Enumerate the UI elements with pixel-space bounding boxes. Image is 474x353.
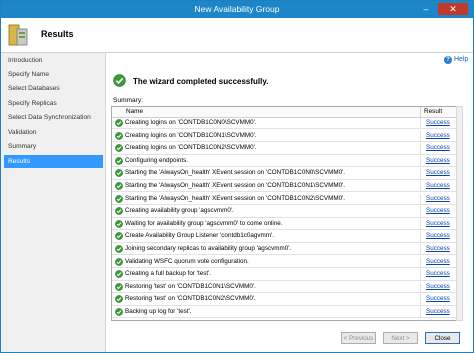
page-title: Results xyxy=(41,29,74,39)
table-row[interactable]: Starting the 'AlwaysOn_health' XEvent se… xyxy=(112,193,457,205)
row-name: Starting the 'AlwaysOn_health' XEvent se… xyxy=(125,169,346,177)
help-label: Help xyxy=(454,56,469,63)
table-row[interactable]: Creating availability group 'agscvmm0'. S… xyxy=(112,206,457,218)
row-name: Joining secondary replicas to availabili… xyxy=(125,245,292,252)
row-name: Starting the 'AlwaysOn_health' XEvent se… xyxy=(125,194,346,202)
window-title: New Availability Group xyxy=(194,4,280,14)
row-result-link[interactable]: Success xyxy=(426,258,450,265)
vertical-scrollbar[interactable] xyxy=(456,106,463,321)
row-result-link[interactable]: Success xyxy=(426,270,450,277)
table-row[interactable]: Starting the 'AlwaysOn_health' XEvent se… xyxy=(112,181,457,193)
row-result-link[interactable]: Success xyxy=(426,132,450,139)
title-bar: New Availability Group – ✕ xyxy=(1,1,473,18)
row-name: Validating WSFC quorum vote configuratio… xyxy=(125,257,249,265)
row-name: Create Availability Group Listener 'cont… xyxy=(125,232,274,240)
row-result-link[interactable]: Success xyxy=(426,283,450,290)
success-check-icon xyxy=(115,219,123,228)
column-header-name[interactable]: Name xyxy=(126,108,143,115)
table-row[interactable]: Joining secondary replicas to availabili… xyxy=(112,244,457,256)
table-row[interactable]: Validating WSFC quorum vote configuratio… xyxy=(112,256,457,268)
row-name: Configuring endpoints. xyxy=(125,156,189,164)
summary-label: Summary: xyxy=(113,97,144,104)
row-name: Waiting for availability group 'agscvmm0… xyxy=(125,219,283,227)
minimize-button[interactable]: – xyxy=(420,3,432,15)
row-name: Creating a full backup for 'test'. xyxy=(125,270,212,278)
table-header: Name Result xyxy=(112,107,457,118)
row-result-link[interactable]: Success xyxy=(426,195,450,202)
table-row[interactable]: Restoring 'test' on 'CONTDB1C0N1\SCVMM0'… xyxy=(112,281,457,294)
row-result-link[interactable]: Success xyxy=(426,232,450,239)
nav-item-data-sync[interactable]: Select Data Synchronization xyxy=(4,111,103,124)
next-button[interactable]: Next > xyxy=(383,332,418,344)
table-row[interactable]: Restoring 'test' on 'CONTDB1C0N2\SCVMM0'… xyxy=(112,294,457,306)
table-row[interactable]: Creating logins on 'CONTDB1C0N2\SCVMM0'.… xyxy=(112,143,457,155)
previous-button[interactable]: < Previous xyxy=(341,332,376,344)
success-check-icon xyxy=(115,144,123,153)
nav-item-validation[interactable]: Validation xyxy=(4,126,103,139)
nav-item-introduction[interactable]: Introduction xyxy=(4,54,103,67)
success-check-icon xyxy=(115,270,123,279)
row-name: Creating logins on 'CONTDB1C0N0\SCVMM0'. xyxy=(125,119,257,126)
success-check-icon xyxy=(115,131,123,140)
success-check-icon xyxy=(115,119,123,127)
close-button[interactable]: Close xyxy=(425,332,460,344)
nav-item-results[interactable]: Results xyxy=(4,155,103,168)
row-result-link[interactable]: Success xyxy=(426,182,450,189)
database-server-icon xyxy=(8,24,28,46)
row-result-link[interactable]: Success xyxy=(426,144,450,151)
success-check-icon xyxy=(115,194,123,203)
table-row[interactable]: Configuring endpoints. Success xyxy=(112,155,457,168)
completion-message: The wizard completed successfully. xyxy=(133,77,269,86)
help-icon: ? xyxy=(444,56,452,64)
row-name: Restoring 'test' on 'CONTDB1C0N1\SCVMM0'… xyxy=(125,282,256,290)
row-result-link[interactable]: Success xyxy=(426,245,450,252)
row-result-link[interactable]: Success xyxy=(426,220,450,227)
table-row[interactable]: Creating logins on 'CONTDB1C0N0\SCVMM0'.… xyxy=(112,118,457,130)
success-check-icon xyxy=(115,282,123,291)
success-check-icon xyxy=(115,308,123,316)
row-result-link[interactable]: Success xyxy=(426,157,450,164)
table-row[interactable]: Waiting for availability group 'agscvmm0… xyxy=(112,218,457,231)
row-name: Starting the 'AlwaysOn_health' XEvent se… xyxy=(125,182,346,189)
page-header: Results xyxy=(1,18,473,53)
row-result-link[interactable]: Success xyxy=(426,207,450,214)
row-name: Creating availability group 'agscvmm0'. xyxy=(125,207,234,215)
success-check-icon xyxy=(115,207,123,216)
nav-item-select-databases[interactable]: Select Databases xyxy=(4,82,103,95)
table-row[interactable]: Creating a full backup for 'test'. Succes… xyxy=(112,269,457,281)
row-name: Restoring 'test' on 'CONTDB1C0N2\SCVMM0'… xyxy=(125,295,256,303)
results-table: Name Result Creating logins on 'CONTDB1C… xyxy=(111,106,458,321)
help-link[interactable]: ? Help xyxy=(444,56,468,64)
success-check-icon xyxy=(115,257,123,266)
close-window-button[interactable]: ✕ xyxy=(438,3,468,15)
table-row[interactable]: Creating logins on 'CONTDB1C0N1\SCVMM0'.… xyxy=(112,130,457,142)
success-check-icon xyxy=(115,156,123,165)
row-name: Creating logins on 'CONTDB1C0N1\SCVMM0'. xyxy=(125,131,257,139)
wizard-nav: Introduction Specify Name Select Databas… xyxy=(1,53,106,352)
table-row[interactable]: Create Availability Group Listener 'cont… xyxy=(112,231,457,243)
nav-item-specify-replicas[interactable]: Specify Replicas xyxy=(4,97,103,110)
row-result-link[interactable]: Success xyxy=(426,295,450,302)
success-check-icon xyxy=(115,295,123,304)
row-result-link[interactable]: Success xyxy=(426,119,450,126)
success-check-icon xyxy=(115,182,123,190)
nav-item-summary[interactable]: Summary xyxy=(4,140,103,153)
column-header-result[interactable]: Result xyxy=(424,108,442,115)
table-row[interactable]: Starting the 'AlwaysOn_health' XEvent se… xyxy=(112,168,457,180)
nav-item-specify-name[interactable]: Specify Name xyxy=(4,68,103,81)
success-check-icon xyxy=(115,232,123,241)
row-name: Backing up log for 'test'. xyxy=(125,308,192,315)
success-check-icon xyxy=(115,245,123,253)
success-check-icon xyxy=(113,74,126,87)
row-name: Creating logins on 'CONTDB1C0N2\SCVMM0'. xyxy=(125,144,257,152)
success-check-icon xyxy=(115,169,123,178)
row-result-link[interactable]: Success xyxy=(426,169,450,176)
table-row[interactable]: Backing up log for 'test'. Success xyxy=(112,307,457,319)
wizard-window: New Availability Group – ✕ Results Intro… xyxy=(0,0,474,353)
row-result-link[interactable]: Success xyxy=(426,308,450,315)
